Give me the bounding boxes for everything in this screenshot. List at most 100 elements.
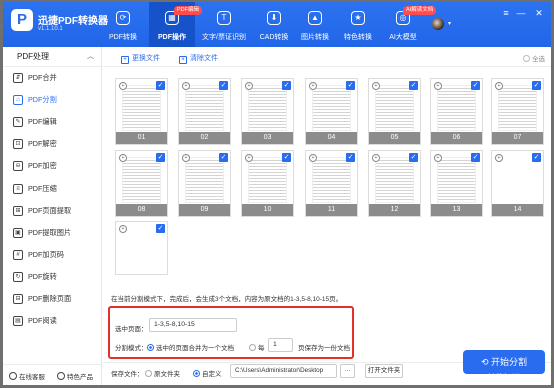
- page-thumbnail[interactable]: + ✓ 14: [491, 150, 544, 217]
- checkbox-checked-icon[interactable]: ✓: [532, 81, 541, 90]
- page-thumbnail[interactable]: + ✓ 05: [368, 78, 421, 145]
- sidebar-header[interactable]: PDF处理 ︿: [3, 47, 101, 67]
- checkbox-checked-icon[interactable]: ✓: [409, 153, 418, 162]
- page-thumbnail[interactable]: + ✓ 09: [178, 150, 231, 217]
- checkbox-checked-icon[interactable]: ✓: [219, 153, 228, 162]
- checkbox-checked-icon[interactable]: ✓: [346, 153, 355, 162]
- page-number: 13: [431, 204, 482, 216]
- open-folder-button[interactable]: 打开文件夹: [365, 364, 403, 378]
- update-file-button[interactable]: + 更换文件: [121, 53, 160, 64]
- page-preview: [122, 228, 161, 261]
- sidebar-item-extract-images[interactable]: ▣ PDF提取图片: [3, 222, 101, 244]
- checkbox-checked-icon[interactable]: ✓: [409, 81, 418, 90]
- zoom-icon[interactable]: +: [182, 154, 190, 162]
- checkbox-checked-icon[interactable]: ✓: [219, 81, 228, 90]
- page-thumbnail[interactable]: + ✓: [115, 221, 168, 275]
- zoom-icon[interactable]: +: [372, 154, 380, 162]
- headset-icon: [9, 372, 17, 380]
- featured-products-link[interactable]: 特色产品: [57, 371, 93, 381]
- checkbox-checked-icon[interactable]: ✓: [156, 224, 165, 233]
- checkbox-checked-icon[interactable]: ✓: [156, 153, 165, 162]
- online-service-link[interactable]: 在线客服: [9, 371, 45, 381]
- app-version: v1.1.10.1: [38, 26, 63, 32]
- lock-icon: ⊖: [13, 161, 23, 172]
- sidebar-item-rotate[interactable]: ↻ PDF旋转: [3, 266, 101, 288]
- page-preview: [248, 85, 287, 131]
- page-thumbnail[interactable]: + ✓ 02: [178, 78, 231, 145]
- selected-pages-input[interactable]: 1-3,5-8,10-15: [149, 318, 237, 332]
- checkbox-checked-icon[interactable]: ✓: [282, 81, 291, 90]
- menu-icon[interactable]: ≡: [500, 8, 512, 18]
- nav-cad[interactable]: ⬇ CAD转换: [251, 2, 297, 47]
- split-mode-label: 分割模式：: [115, 345, 148, 352]
- checkbox-checked-icon[interactable]: ✓: [282, 153, 291, 162]
- nav-image[interactable]: ▲ 图片转换: [292, 2, 338, 47]
- zoom-icon[interactable]: +: [495, 82, 503, 90]
- save-custom-option[interactable]: 自定义: [193, 368, 222, 378]
- page-thumbnail[interactable]: + ✓ 12: [368, 150, 421, 217]
- mode-merge-option[interactable]: 选中的页面合并为一个文档: [147, 342, 234, 352]
- zoom-icon[interactable]: +: [434, 82, 442, 90]
- sidebar-item-split[interactable]: ⌂ PDF分割: [3, 89, 101, 111]
- mode-every-option[interactable]: 每: [249, 342, 265, 352]
- page-thumbnail[interactable]: + ✓ 08: [115, 150, 168, 217]
- zoom-icon[interactable]: +: [434, 154, 442, 162]
- minimize-button[interactable]: —: [515, 8, 527, 18]
- zoom-icon[interactable]: +: [245, 154, 253, 162]
- nav-label: CAD转换: [259, 34, 289, 41]
- sidebar-item-edit[interactable]: ✎ PDF编辑: [3, 111, 101, 133]
- zoom-icon[interactable]: +: [119, 82, 127, 90]
- start-split-button[interactable]: ⟲ 开始分割: [463, 350, 545, 374]
- sidebar-item-decrypt[interactable]: ⊡ PDF解密: [3, 133, 101, 155]
- page-thumbnail[interactable]: + ✓ 11: [305, 150, 358, 217]
- page-thumbnail[interactable]: + ✓ 13: [430, 150, 483, 217]
- zoom-icon[interactable]: +: [182, 82, 190, 90]
- zoom-icon[interactable]: +: [119, 154, 127, 162]
- cad-icon: ⬇: [267, 11, 281, 25]
- checkbox-checked-icon[interactable]: ✓: [532, 153, 541, 162]
- checkbox-checked-icon[interactable]: ✓: [346, 81, 355, 90]
- refresh-file-icon: +: [121, 56, 129, 64]
- nav-special[interactable]: ★ 特色转换: [335, 2, 381, 47]
- split-icon: ⌂: [13, 95, 23, 106]
- sidebar-item-read[interactable]: ▤ PDF阅读: [3, 310, 101, 332]
- extract-pages-icon: ⊞: [13, 205, 23, 216]
- user-avatar[interactable]: [432, 18, 444, 30]
- page-thumbnail[interactable]: + ✓ 10: [241, 150, 294, 217]
- sidebar-item-label: PDF加页码: [28, 249, 64, 259]
- save-path-input[interactable]: C:\Users\Administrator\Desktop: [230, 364, 337, 378]
- zoom-icon[interactable]: +: [495, 154, 503, 162]
- page-thumbnail[interactable]: + ✓ 01: [115, 78, 168, 145]
- zoom-icon[interactable]: +: [245, 82, 253, 90]
- nav-pdf-convert[interactable]: ⟳ PDF转换: [100, 2, 146, 47]
- page-thumbnail[interactable]: + ✓ 03: [241, 78, 294, 145]
- page-thumbnail[interactable]: + ✓ 07: [491, 78, 544, 145]
- nav-ocr[interactable]: T 文字/票证识别: [198, 2, 250, 47]
- sidebar-item-compress[interactable]: ≡ PDF压缩: [3, 177, 101, 199]
- zoom-icon[interactable]: +: [119, 225, 127, 233]
- zoom-icon[interactable]: +: [372, 82, 380, 90]
- sidebar-item-label: PDF解密: [28, 139, 57, 149]
- close-button[interactable]: ✕: [533, 8, 545, 19]
- sidebar-item-page-number[interactable]: # PDF加页码: [3, 244, 101, 266]
- sidebar-item-delete-pages[interactable]: ⊟ PDF删除页面: [3, 288, 101, 310]
- app-window: P 迅捷PDF转换器 v1.1.10.1 ⟳ PDF转换 ▦ PDF操作 PDF…: [3, 2, 551, 385]
- collapse-icon[interactable]: ︿: [87, 47, 94, 67]
- select-all-toggle[interactable]: 全选: [523, 53, 545, 63]
- page-preview: [312, 157, 351, 203]
- zoom-icon[interactable]: +: [309, 82, 317, 90]
- page-thumbnail[interactable]: + ✓ 04: [305, 78, 358, 145]
- zoom-icon[interactable]: +: [309, 154, 317, 162]
- chevron-down-icon[interactable]: ▾: [448, 20, 451, 27]
- browse-button[interactable]: ···: [340, 364, 355, 378]
- sidebar-item-extract-pages[interactable]: ⊞ PDF页面提取: [3, 200, 101, 222]
- page-thumbnail[interactable]: + ✓ 06: [430, 78, 483, 145]
- every-pages-input[interactable]: 1: [268, 338, 293, 352]
- sidebar-item-encrypt[interactable]: ⊖ PDF加密: [3, 155, 101, 177]
- checkbox-checked-icon[interactable]: ✓: [156, 81, 165, 90]
- checkbox-checked-icon[interactable]: ✓: [471, 81, 480, 90]
- checkbox-checked-icon[interactable]: ✓: [471, 153, 480, 162]
- save-source-option[interactable]: 原文件夹: [145, 368, 180, 378]
- clear-file-button[interactable]: × 清除文件: [179, 53, 218, 64]
- sidebar-item-merge[interactable]: ⇵ PDF合并: [3, 67, 101, 89]
